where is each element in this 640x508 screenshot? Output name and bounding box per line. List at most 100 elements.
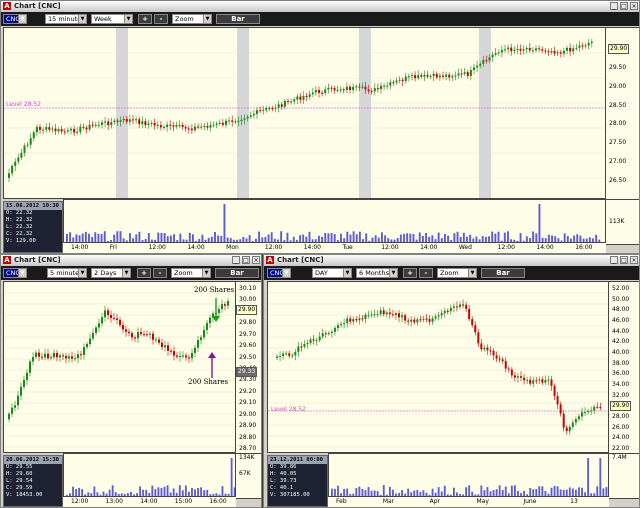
candle-body xyxy=(200,337,202,341)
price-plot[interactable]: Level 28.52 xyxy=(267,281,609,453)
zoom-out-button[interactable]: - xyxy=(419,268,433,278)
zoom-in-button[interactable]: + xyxy=(137,268,151,278)
chevron-down-icon[interactable]: ▼ xyxy=(282,269,290,277)
candle-body xyxy=(556,52,559,54)
volume-plot[interactable] xyxy=(328,453,609,497)
symbol-select[interactable]: CNC ▼ xyxy=(3,14,27,24)
bar-type-button[interactable]: Bar xyxy=(481,268,525,278)
candle-body xyxy=(299,96,302,100)
close-icon[interactable]: × xyxy=(252,256,260,264)
candle-body xyxy=(471,319,474,326)
candle-body xyxy=(107,310,109,316)
candle-body xyxy=(379,310,382,315)
minimize-icon[interactable]: _ xyxy=(610,256,618,264)
close-icon[interactable]: × xyxy=(630,2,638,10)
price-axis[interactable]: 30.0029.5029.0028.5028.0027.5027.0026.50… xyxy=(606,27,639,201)
volume-bar xyxy=(286,232,289,242)
volume-bar xyxy=(437,232,440,242)
candle-body xyxy=(94,124,97,126)
candle-body xyxy=(492,350,495,356)
zoom-select[interactable]: Zoom ▼ xyxy=(172,14,212,24)
chevron-down-icon[interactable]: ▼ xyxy=(18,269,26,277)
time-tick: 12:00 xyxy=(71,498,89,505)
volume-bar xyxy=(401,490,403,496)
chevron-down-icon[interactable]: ▼ xyxy=(122,269,130,277)
interval-select[interactable]: DAY ▼ xyxy=(312,268,352,278)
price-axis[interactable]: 30.1030.0029.9029.8029.7029.6029.5029.40… xyxy=(236,281,261,455)
candle-body xyxy=(349,86,351,90)
symbol-select[interactable]: CNC ▼ xyxy=(3,268,27,278)
candle-body xyxy=(489,350,492,352)
candle-body xyxy=(57,129,60,132)
candle-body xyxy=(83,347,85,355)
chevron-down-icon[interactable]: ▼ xyxy=(18,15,26,23)
chevron-down-icon[interactable]: ▼ xyxy=(468,269,476,277)
maximize-icon[interactable]: □ xyxy=(620,2,628,10)
chart-toolbar: CNC ▼ 15 minutes ▼ Week ▼ + - Zoom ▼ Bar xyxy=(1,12,639,26)
candle-body xyxy=(62,355,64,357)
candle-body xyxy=(156,125,159,127)
chevron-down-icon[interactable]: ▼ xyxy=(202,269,210,277)
minimize-icon[interactable]: _ xyxy=(610,2,618,10)
zoom-out-button[interactable]: - xyxy=(154,14,168,24)
candle-body xyxy=(29,138,32,145)
volume-bar xyxy=(599,458,602,496)
range-select[interactable]: Week ▼ xyxy=(91,14,133,24)
volume-plot[interactable] xyxy=(63,453,236,497)
zoom-out-button[interactable]: - xyxy=(153,268,167,278)
candle-body xyxy=(11,407,13,414)
range-select[interactable]: 6 Months ▼ xyxy=(356,268,398,278)
volume-axis: 134K 67K xyxy=(236,453,261,499)
bar-type-button[interactable]: Bar xyxy=(215,268,259,278)
candle-body xyxy=(507,47,510,50)
volume-bar xyxy=(230,458,233,496)
zoom-select[interactable]: Zoom ▼ xyxy=(171,268,211,278)
candle-body xyxy=(519,48,522,51)
candle-body xyxy=(20,386,22,396)
chevron-down-icon[interactable]: ▼ xyxy=(78,15,86,23)
candle-body xyxy=(149,333,151,335)
candle-body xyxy=(584,45,587,47)
interval-select[interactable]: 15 minutes ▼ xyxy=(45,14,87,24)
bar-info-high: H: 29.60 xyxy=(6,471,33,477)
candle-body xyxy=(190,128,193,131)
price-tick: 34.00 xyxy=(612,381,630,388)
chevron-down-icon[interactable]: ▼ xyxy=(124,15,132,23)
time-tick: Mar xyxy=(382,498,395,505)
price-plot[interactable]: Level 28.52 xyxy=(3,27,606,199)
zoom-in-button[interactable]: + xyxy=(403,268,417,278)
bar-type-button[interactable]: Bar xyxy=(216,14,260,24)
chevron-down-icon[interactable]: ▼ xyxy=(78,269,86,277)
interval-select[interactable]: 5 minutes ▼ xyxy=(47,268,87,278)
volume-bar xyxy=(93,486,96,496)
close-icon[interactable]: × xyxy=(630,256,638,264)
chevron-down-icon[interactable]: ▼ xyxy=(343,269,351,277)
price-plot[interactable]: 200 Shares 200 Shares xyxy=(3,281,236,453)
chevron-down-icon[interactable]: ▼ xyxy=(389,269,397,277)
zoom-in-button[interactable]: + xyxy=(138,14,152,24)
maximize-icon[interactable]: □ xyxy=(242,256,250,264)
candle-body xyxy=(88,124,91,130)
symbol-select[interactable]: CNC ▼ xyxy=(267,268,291,278)
candle-body xyxy=(138,119,141,125)
volume-plot[interactable] xyxy=(63,199,606,243)
chevron-down-icon[interactable]: ▼ xyxy=(203,15,211,23)
zoom-value: Zoom xyxy=(174,269,193,277)
volume-bar xyxy=(258,231,261,242)
price-tick: 44.00 xyxy=(612,327,630,335)
candle-body xyxy=(279,356,282,358)
candle-body xyxy=(218,122,221,124)
candle-body xyxy=(179,355,181,357)
minimize-icon[interactable]: _ xyxy=(232,256,240,264)
volume-bar xyxy=(573,235,576,242)
candle-body xyxy=(296,96,299,100)
zoom-select[interactable]: Zoom ▼ xyxy=(437,268,477,278)
candle-body xyxy=(221,304,223,310)
time-tick: June xyxy=(523,498,537,505)
price-tick: 52.00 xyxy=(612,285,630,292)
volume-bar xyxy=(69,232,72,242)
range-select[interactable]: 2 Days ▼ xyxy=(91,268,131,278)
chart-window-bottom-right: A Chart [CNC] _ □ × CNC ▼ DAY ▼ 6 Months ▼ … xyxy=(263,254,640,508)
maximize-icon[interactable]: □ xyxy=(620,256,628,264)
price-axis[interactable]: 52.00 50.00 48.00 46.00 44.00 42.00 40.00 38.00… xyxy=(609,281,639,455)
